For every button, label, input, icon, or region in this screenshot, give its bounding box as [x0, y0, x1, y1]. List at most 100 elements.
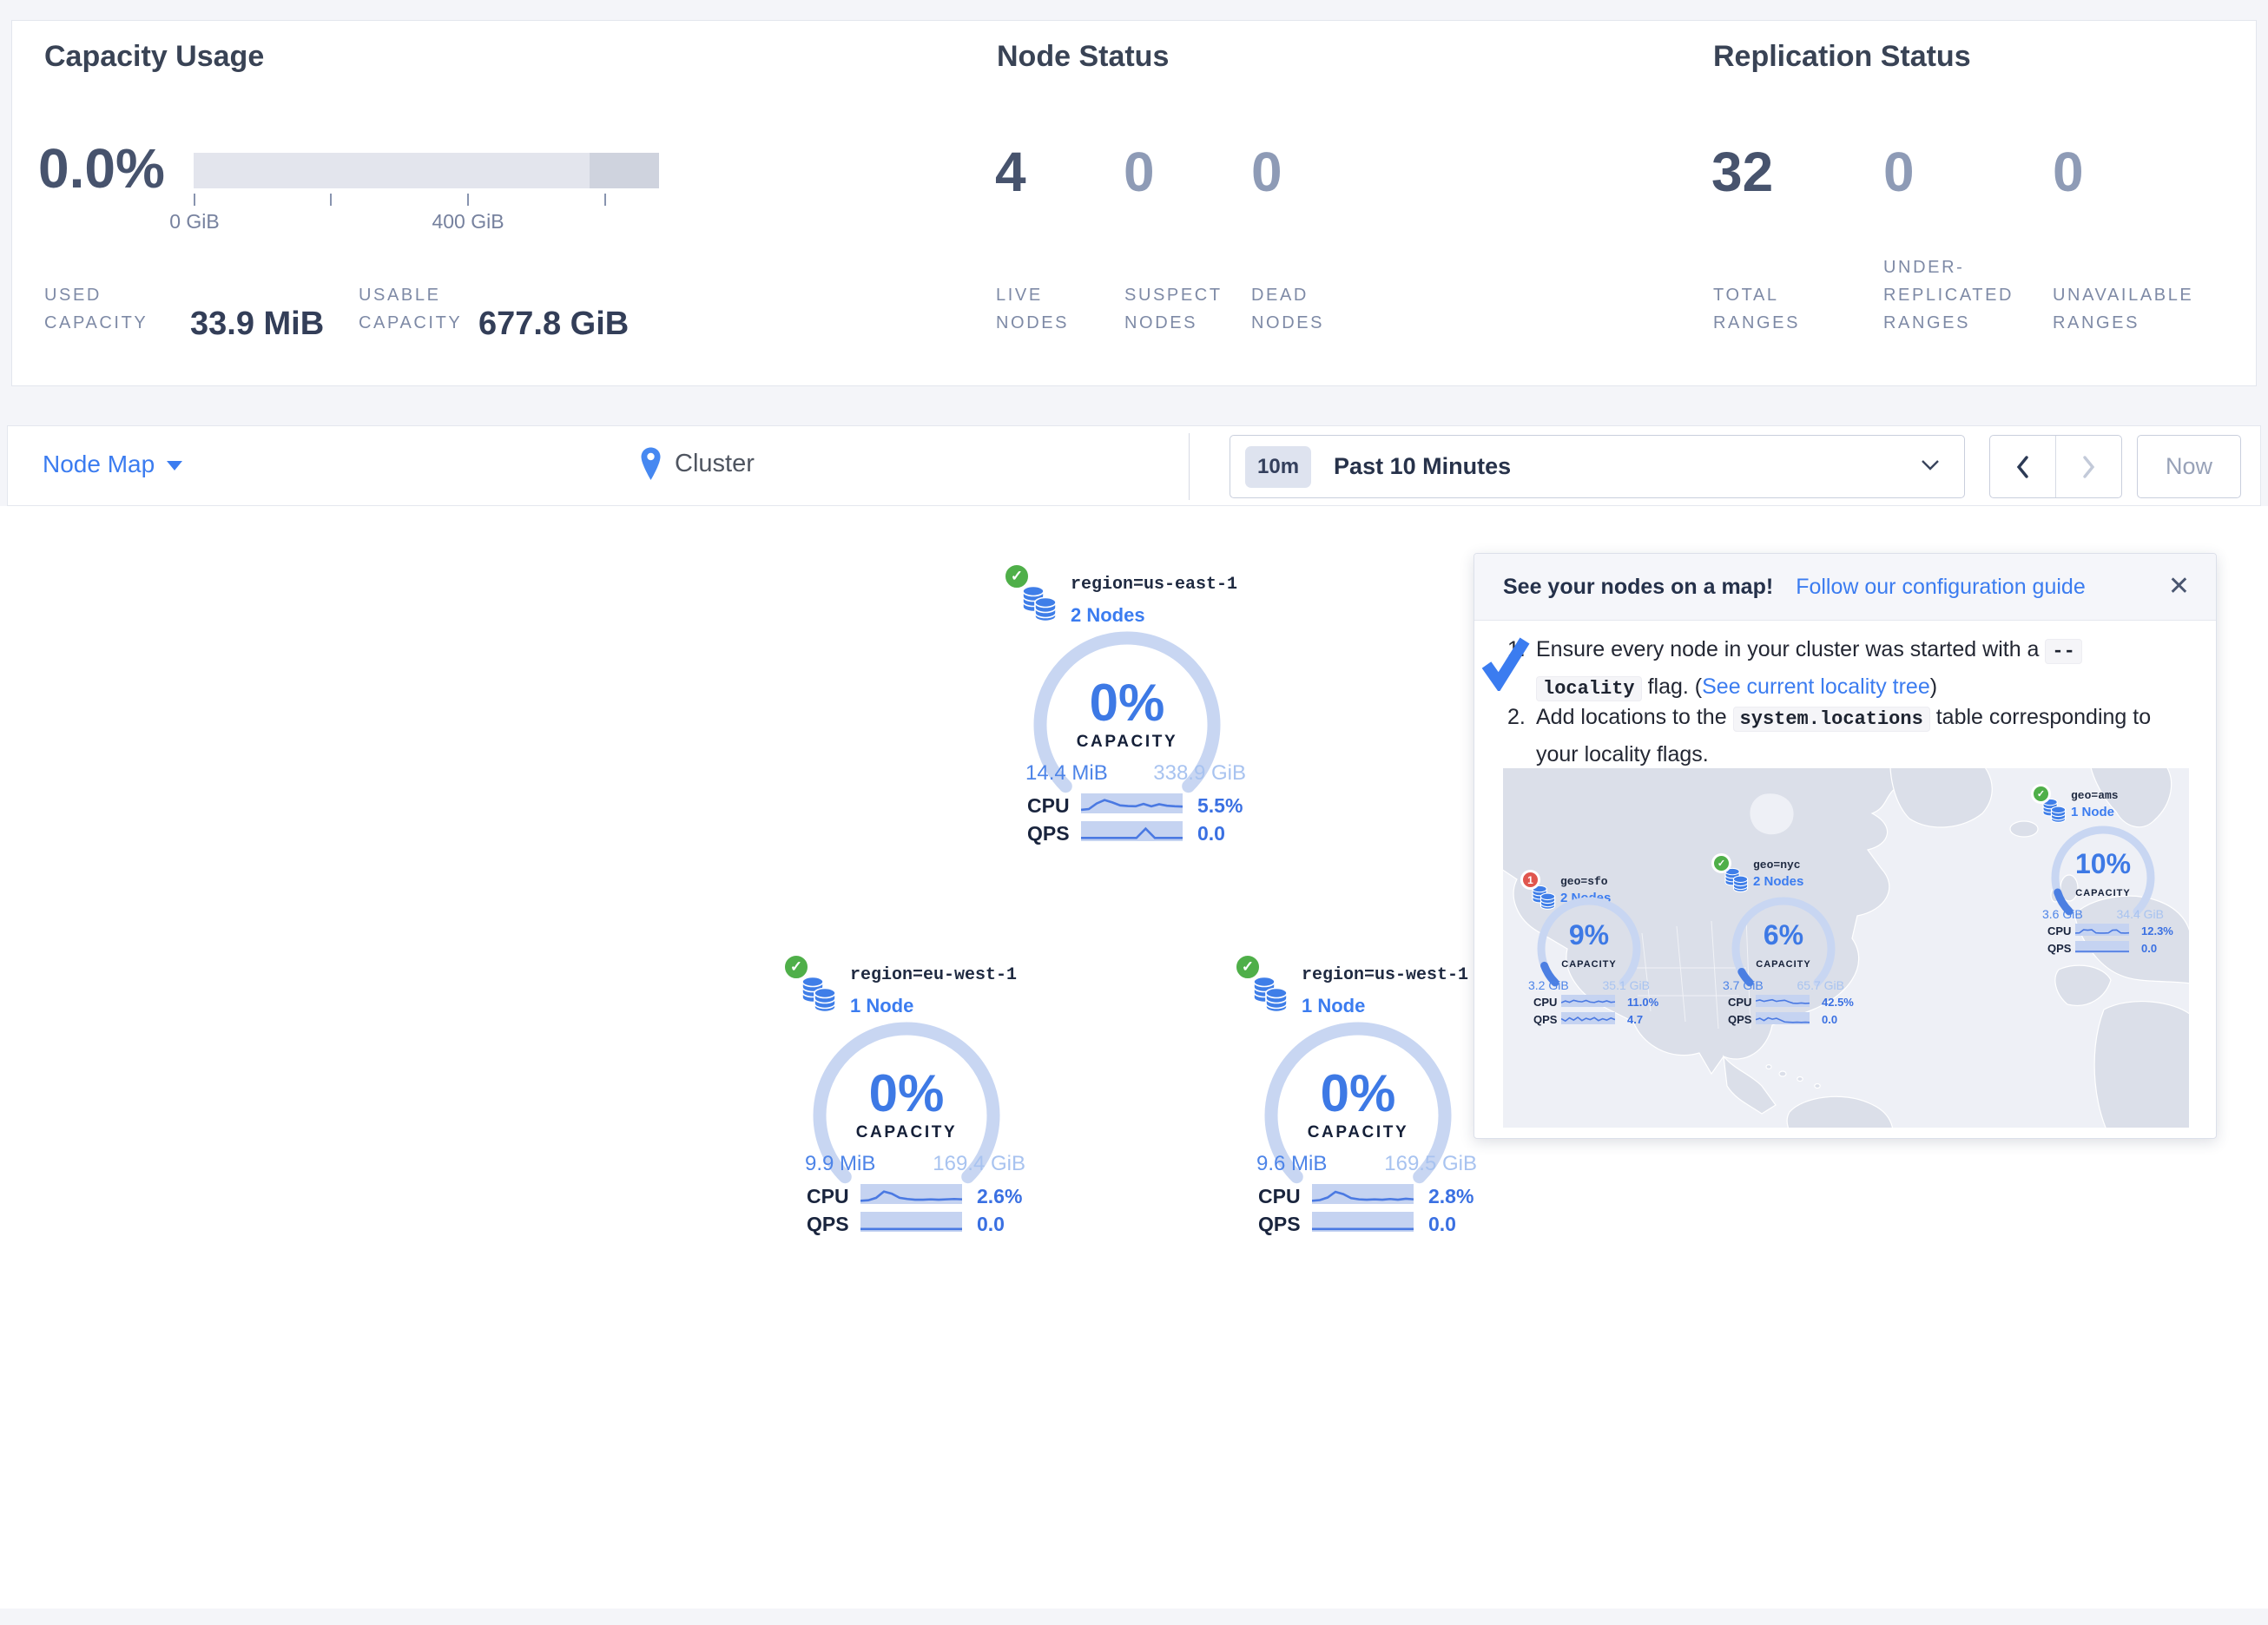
- qps-value: 0.0: [1428, 1213, 1456, 1236]
- qps-value: 0.0: [977, 1213, 1005, 1236]
- qps-value: 0.0: [1822, 1013, 1837, 1026]
- used-value: 3.6 GiB: [2042, 907, 2083, 921]
- cpu-sparkline: [1312, 1184, 1414, 1204]
- cpu-sparkline: [2075, 924, 2129, 936]
- cpu-label: CPU: [2047, 924, 2071, 938]
- capacity-bar: [194, 153, 659, 188]
- cpu-value: 5.5%: [1197, 794, 1243, 818]
- summary-panel: Capacity Usage 0.0% 0 GiB 400 GiB USEDCA…: [11, 20, 2257, 386]
- capacity-axis-tick: [467, 194, 469, 206]
- total-value: 169.5 GiB: [1384, 1152, 1477, 1176]
- live-nodes-label: LIVENODES: [996, 281, 1069, 337]
- region-title: region=us-east-1: [1071, 575, 1237, 595]
- qps-label: QPS: [1728, 1013, 1751, 1026]
- database-nodes-icon: [1251, 974, 1291, 1014]
- view-selector[interactable]: Node Map: [43, 451, 182, 478]
- close-icon[interactable]: ✕: [2168, 574, 2190, 600]
- dead-nodes-label: DEADNODES: [1251, 281, 1324, 337]
- popup-header: See your nodes on a map! Follow our conf…: [1474, 554, 2216, 621]
- usable-capacity-value: 677.8 GiB: [478, 306, 629, 343]
- caret-down-icon: [167, 461, 182, 470]
- step-text: ): [1930, 674, 1937, 699]
- location-pin-icon: [641, 447, 661, 481]
- step-text: table corresponding to: [1930, 705, 2151, 729]
- under-replicated-ranges-label: UNDER-REPLICATEDRANGES: [1883, 253, 2014, 337]
- time-back-button[interactable]: [1990, 436, 2056, 497]
- qps-label: QPS: [1027, 822, 1070, 845]
- qps-label: QPS: [2047, 942, 2071, 955]
- cpu-value: 2.6%: [977, 1185, 1022, 1208]
- live-nodes-count: 4: [995, 140, 1026, 204]
- qps-sparkline: [1312, 1212, 1414, 1232]
- capacity-gauge-label: CAPACITY: [2051, 888, 2155, 898]
- used-value: 9.9 MiB: [805, 1152, 875, 1176]
- qps-sparkline: [1081, 821, 1183, 841]
- cpu-sparkline: [1081, 793, 1183, 813]
- popup-title: See your nodes on a map!: [1503, 575, 1773, 600]
- qps-sparkline: [1756, 1012, 1810, 1024]
- region-nodes-link[interactable]: 2 Nodes: [1071, 604, 1145, 627]
- capacity-axis-tick: [330, 194, 332, 206]
- breadcrumb-label: Cluster: [675, 450, 755, 478]
- step-text: Ensure every node in your cluster was st…: [1536, 637, 2045, 661]
- cpu-label: CPU: [807, 1185, 849, 1208]
- region-nodes-link[interactable]: 1 Node: [850, 995, 913, 1017]
- time-range-selector[interactable]: 10m Past 10 Minutes: [1230, 435, 1965, 498]
- qps-value: 0.0: [2141, 942, 2157, 955]
- capacity-axis-tick: [194, 194, 195, 206]
- cpu-value: 12.3%: [2141, 924, 2173, 938]
- now-button[interactable]: Now: [2137, 435, 2241, 498]
- toolbar-divider: [1189, 433, 1190, 500]
- total-ranges-label: TOTALRANGES: [1713, 281, 1800, 337]
- configuration-guide-link[interactable]: Follow our configuration guide: [1796, 575, 2086, 600]
- region-card-us-east-1: ✓ region=us-east-1 2 Nodes 0% CAPACITY 1…: [1001, 562, 1253, 858]
- locality-tree-link[interactable]: See current locality tree: [1702, 674, 1930, 699]
- popup-step-1: 1.Ensure every node in your cluster was …: [1507, 632, 2176, 707]
- region-title: region=us-west-1: [1302, 965, 1468, 985]
- locality-flag-code: --: [2045, 639, 2081, 664]
- nodemap-toolbar: Node Map Cluster 10m Past 10 Minutes No: [7, 425, 2261, 506]
- suspect-nodes-label: SUSPECTNODES: [1124, 281, 1223, 337]
- replication-status-title: Replication Status: [1713, 40, 1971, 74]
- geo-title: geo=nyc: [1753, 859, 1801, 872]
- qps-label: QPS: [1533, 1013, 1557, 1026]
- used-capacity-label: USEDCAPACITY: [44, 281, 148, 337]
- geo-nodes-link[interactable]: 1 Node: [2071, 805, 2114, 819]
- region-nodes-link[interactable]: 1 Node: [1302, 995, 1365, 1017]
- used-value: 3.2 GiB: [1528, 978, 1569, 992]
- capacity-axis-label-400: 400 GiB: [407, 210, 529, 234]
- now-button-label: Now: [2166, 453, 2212, 480]
- capacity-gauge-label: CAPACITY: [1271, 1123, 1445, 1142]
- cpu-label: CPU: [1258, 1185, 1301, 1208]
- qps-sparkline: [2075, 941, 2129, 953]
- qps-label: QPS: [1258, 1213, 1301, 1236]
- node-status-title: Node Status: [997, 40, 1169, 74]
- capacity-percent-value: 9%: [1537, 919, 1641, 951]
- capacity-values: 3.2 GiB 35.1 GiB: [1528, 978, 1650, 992]
- used-capacity-value: 33.9 MiB: [190, 306, 324, 343]
- nodemap-config-popup: See your nodes on a map! Follow our conf…: [1474, 553, 2217, 1139]
- capacity-gauge-label: CAPACITY: [1040, 733, 1214, 752]
- chevron-left-icon: [2016, 456, 2029, 478]
- cluster-overview-page: Capacity Usage 0.0% 0 GiB 400 GiB USEDCA…: [0, 0, 2268, 1625]
- system-locations-code: system.locations: [1733, 707, 1930, 732]
- breadcrumb[interactable]: Cluster: [641, 447, 755, 481]
- capacity-percent-value: 0%: [1040, 673, 1214, 733]
- view-selector-label: Node Map: [43, 451, 155, 477]
- capacity-values: 3.7 GiB 65.7 GiB: [1723, 978, 1844, 992]
- capacity-axis-label-0: 0 GiB: [134, 210, 255, 234]
- total-ranges-count: 32: [1711, 140, 1773, 204]
- cpu-label: CPU: [1027, 794, 1070, 818]
- step-text: Add locations to the: [1536, 705, 1733, 729]
- usable-capacity-label: USABLECAPACITY: [359, 281, 462, 337]
- step-text: flag. (: [1642, 674, 1702, 699]
- total-value: 169.4 GiB: [933, 1152, 1025, 1176]
- time-range-badge: 10m: [1245, 446, 1311, 488]
- step-text: your locality flags.: [1536, 742, 1709, 766]
- capacity-usage-title: Capacity Usage: [44, 40, 264, 74]
- geo-nodes-link[interactable]: 2 Nodes: [1753, 874, 1803, 889]
- used-value: 3.7 GiB: [1723, 978, 1764, 992]
- time-forward-button[interactable]: [2056, 436, 2121, 497]
- region-card-us-west-1: ✓ region=us-west-1 1 Node 0% CAPACITY 9.…: [1232, 953, 1484, 1248]
- used-value: 14.4 MiB: [1025, 761, 1108, 786]
